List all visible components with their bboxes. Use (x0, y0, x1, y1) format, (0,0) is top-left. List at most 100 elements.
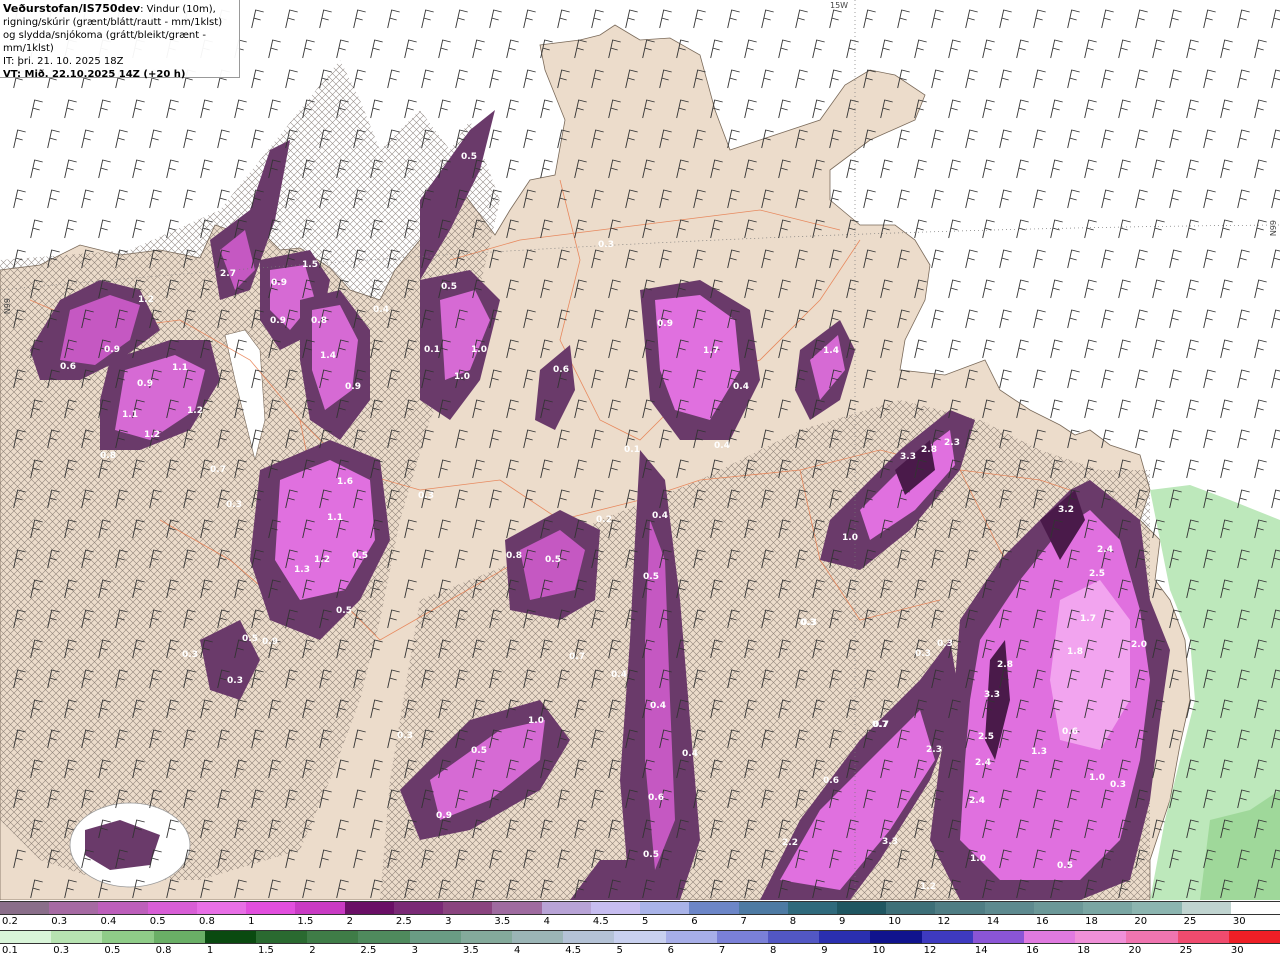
legend_rain-label: 0.1 (2, 945, 18, 956)
legend_snow-swatch (196, 902, 247, 914)
precip-value-label: 0.1 (624, 445, 640, 455)
precip-value-label: 0.6 (1062, 727, 1078, 737)
precip-value-label: 0.4 (611, 670, 627, 680)
legend_snow-swatch (344, 902, 394, 914)
precip-value-label: 3.3 (984, 690, 1000, 700)
legend_snow-swatch (640, 902, 690, 914)
valid-time: VT: Mið. 22.10.2025 14Z (+20 h) (3, 69, 186, 80)
legend_snow-label: 18 (1085, 916, 1098, 927)
precip-value-label: 0.5 (352, 551, 368, 561)
legend_snow-swatch (295, 902, 345, 914)
precip-value-label: 2.4 (975, 758, 991, 768)
precip-value-label: 0.3 (226, 500, 242, 510)
precip-value-label: 2.0 (1131, 640, 1147, 650)
precip-value-label: 0.5 (471, 746, 487, 756)
legend_snow-label: 12 (937, 916, 951, 927)
precip-value-label: 1.1 (122, 410, 138, 420)
legend_snow-label: 0.5 (149, 916, 166, 927)
legend_rain-swatch (1177, 931, 1229, 943)
legend_snow-label: 0.8 (198, 916, 215, 927)
precip-value-label: 2.7 (220, 269, 236, 279)
legend_snow-swatch (1230, 902, 1280, 914)
precip-value-label: 1.8 (1067, 647, 1083, 657)
precip-value-label: 0.6 (60, 362, 76, 372)
legend_snow-label: 20 (1134, 916, 1148, 927)
legend_rain-label: 0.8 (155, 945, 172, 956)
legend_rain-label: 6 (667, 945, 675, 956)
precip-value-label: 1.6 (337, 477, 353, 487)
legend_rain-label: 8 (770, 945, 777, 956)
legend_snow-label: 0.4 (100, 916, 117, 927)
legend_snow-label: 4 (543, 916, 550, 927)
legend_snow-swatch (689, 902, 739, 914)
precip-value-label: 0.3 (598, 240, 614, 250)
precip-value-label: 0.1 (424, 345, 440, 355)
legend_rain-swatch (153, 931, 205, 943)
legend_rain-swatch (51, 931, 103, 943)
legend_rain-label: 2 (309, 945, 316, 956)
precip-value-label: 0.4 (682, 749, 698, 759)
precip-value-label: 0.5 (336, 606, 352, 616)
legend_rain-label: 18 (1077, 945, 1090, 956)
legend_rain-label: 25 (1179, 945, 1193, 956)
legend_snow-swatch (246, 902, 296, 914)
precip-value-label: 2.4 (969, 796, 985, 806)
precip-value-label: 0.6 (823, 776, 839, 786)
map-canvas: 2.7 1.2 0.9 0.6 0.9 1.1 1.1 1.2 1.2 0.8 0.7 0.3 0.9 1… (0, 0, 1280, 900)
legend_snow-swatch (1033, 902, 1084, 914)
legend_snow-swatch (935, 902, 985, 914)
precip-value-label: 1.0 (970, 854, 986, 864)
legend_snow-swatch (393, 902, 444, 914)
precip-value-label: 2.8 (997, 660, 1013, 670)
precip-value-label: 3.3 (900, 452, 916, 462)
precip-value-label: 0.3 (227, 676, 243, 686)
snow-legend-labels: 0.2 0.3 0.4 0.5 0.8 1 1.5 2 2.5 3 3.5 4 4.5 5 6 7 8 9 10 12… (0, 915, 1280, 928)
precip-value-label: 1.3 (1031, 747, 1047, 757)
legend_snow-swatch (787, 902, 837, 914)
precip-value-label: 1.0 (842, 533, 858, 543)
precip-value-label: 1.1 (172, 363, 188, 373)
precip-value-label: 0.4 (650, 701, 666, 711)
legend_rain-swatch (409, 931, 461, 943)
precip-value-label: 0.4 (733, 382, 749, 392)
precip-value-label: 1.7 (1080, 614, 1096, 624)
precip-value-label: 0.6 (553, 365, 569, 375)
precip-value-label: 0.4 (373, 305, 389, 315)
precip-value-label: 1.5 (302, 260, 318, 270)
precip-value-label: 0.5 (242, 634, 258, 644)
legend_snow-swatch (836, 902, 887, 914)
precip-value-label: 0.3 (1110, 780, 1126, 790)
legend_snow-label: 1.5 (297, 916, 314, 927)
legend_rain-swatch (870, 931, 922, 943)
precip-value-label: 1.2 (144, 430, 160, 440)
legend_snow-label: 3 (445, 916, 452, 927)
precip-value-label: 1.4 (823, 346, 839, 356)
legend_snow-label: 4.5 (592, 916, 609, 927)
legend_rain-label: 5 (616, 945, 623, 956)
precip-value-label: 0.4 (714, 441, 730, 451)
legend_snow-swatch (0, 902, 50, 914)
precip-value-label: 3.2 (1058, 505, 1074, 515)
legend_snow-label: 7 (740, 916, 747, 927)
precip-value-label: 0.5 (1057, 861, 1073, 871)
precip-value-label: 0.3 (182, 650, 198, 660)
precip-value-label: 0.3 (800, 618, 816, 628)
lat-label-right: 66N (1268, 220, 1277, 237)
legend_rain-label: 2.5 (360, 945, 377, 956)
legend_rain-label: 7 (718, 945, 726, 956)
legend_snow-swatch (590, 902, 641, 914)
legend_snow-swatch (541, 902, 591, 914)
legend_rain-swatch (0, 931, 52, 943)
lat-label-left: 66N (2, 298, 11, 315)
precip-value-label: 0.9 (436, 811, 452, 821)
precip-value-label: 0.7 (873, 720, 889, 730)
legend_rain-label: 1 (206, 945, 214, 956)
legend_snow-label: 30 (1232, 916, 1246, 927)
precip-value-label: 0.3 (397, 731, 413, 741)
precip-value-label: 1.2 (314, 555, 330, 565)
legend_rain-swatch (614, 931, 666, 943)
legend_rain-swatch (460, 931, 513, 943)
precip-value-label: 1.0 (1089, 773, 1105, 783)
precip-value-label: 0.9 (271, 278, 287, 288)
title-source: Veðurstofan/IS750dev (3, 2, 141, 15)
